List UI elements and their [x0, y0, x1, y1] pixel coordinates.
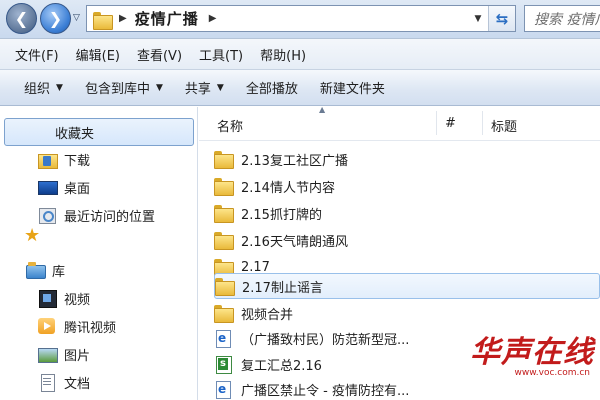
file-row[interactable]: 2.14情人节内容: [214, 173, 600, 199]
ie-document-icon: [214, 330, 232, 348]
address-bar[interactable]: ▶ 疫情广播 ▶ ▼ ⇆: [86, 5, 516, 32]
nav-item-downloads[interactable]: 下载: [0, 147, 196, 171]
nav-item-documents[interactable]: 文档: [0, 370, 196, 394]
recent-places-icon: [38, 207, 56, 224]
menu-file[interactable]: 文件(F): [15, 45, 59, 64]
nav-item-label: 下载: [64, 153, 91, 169]
arrow-left-icon: ❮: [14, 9, 29, 28]
column-header-number[interactable]: #: [445, 116, 456, 131]
nav-favorites-label: 收藏夹: [55, 126, 95, 142]
column-header-name[interactable]: 名称: [217, 116, 243, 135]
back-button[interactable]: ❮: [6, 3, 37, 34]
search-placeholder: 搜索 疫情广播: [534, 11, 600, 28]
caret-down-icon: ▼: [216, 82, 224, 93]
watermark-logo: 华声在线: [470, 335, 594, 370]
nav-item-label: 图片: [64, 348, 91, 364]
file-row[interactable]: 广播区禁止令 - 疫情防控有...: [214, 376, 600, 400]
file-name: 广播区禁止令 - 疫情防控有...: [241, 383, 410, 399]
column-header-title[interactable]: 标题: [491, 116, 517, 135]
ie-document-icon: [214, 381, 232, 399]
file-row[interactable]: 2.13复工社区广播: [214, 146, 600, 172]
nav-favorites[interactable]: 收藏夹: [4, 118, 194, 146]
organize-label: 组织: [24, 82, 51, 97]
folder-icon: [214, 305, 234, 323]
sort-ascending-icon: ▲: [319, 105, 326, 114]
nav-item-recent-places[interactable]: 最近访问的位置: [0, 203, 196, 227]
nav-item-label: 桌面: [64, 181, 91, 197]
folder-icon: [214, 205, 234, 223]
tencent-video-icon: [38, 318, 56, 334]
address-history-dropdown[interactable]: ▼: [469, 6, 487, 31]
nav-item-desktop[interactable]: 桌面: [0, 175, 196, 199]
file-row-selected[interactable]: 2.17制止谣言: [214, 273, 600, 299]
play-all-button[interactable]: 全部播放: [246, 78, 298, 97]
folder-icon: [214, 178, 234, 196]
file-name: 2.16天气晴朗通风: [241, 234, 348, 250]
file-row[interactable]: 视频合并: [214, 300, 600, 326]
command-bar: 组织 ▼ 包含到库中 ▼ 共享 ▼ 全部播放 新建文件夹: [0, 70, 600, 106]
refresh-button[interactable]: ⇆: [488, 6, 515, 31]
file-name: 视频合并: [241, 307, 294, 323]
menu-edit[interactable]: 编辑(E): [76, 45, 120, 64]
file-name: 2.17制止谣言: [242, 280, 323, 296]
video-library-icon: [38, 290, 57, 308]
folder-icon: [215, 278, 235, 296]
file-name: 2.14情人节内容: [241, 180, 335, 196]
watermark: 华声在线 www.voc.com.cn: [470, 335, 594, 379]
menu-bar: 文件(F) 编辑(E) 查看(V) 工具(T) 帮助(H): [0, 38, 600, 70]
file-name: 2.13复工社区广播: [241, 153, 348, 169]
share-label: 共享: [184, 82, 211, 97]
chevron-down-icon: ▽: [73, 13, 80, 23]
address-toolbar: ❮ ❯ ▽ ▶ 疫情广播 ▶ ▼ ⇆ 搜索 疫情广播: [0, 0, 600, 38]
menu-tools[interactable]: 工具(T): [199, 45, 243, 64]
caret-down-icon: ▼: [155, 82, 163, 93]
library-icon: [26, 262, 46, 279]
organize-button[interactable]: 组织 ▼: [24, 78, 63, 97]
nav-item-pictures[interactable]: 图片: [0, 342, 196, 366]
nav-item-label: 视频: [64, 292, 91, 308]
file-name: 2.15抓打牌的: [241, 207, 322, 223]
file-row[interactable]: 2.15抓打牌的: [214, 200, 600, 226]
star-icon: ★: [24, 225, 41, 246]
breadcrumb-current-folder[interactable]: 疫情广播: [135, 8, 199, 29]
share-button[interactable]: 共享 ▼: [185, 78, 224, 97]
documents-library-icon: [38, 374, 56, 392]
download-folder-icon: [38, 151, 58, 169]
menu-view[interactable]: 查看(V): [137, 45, 182, 64]
include-in-library-label: 包含到库中: [84, 82, 150, 97]
column-header-row: ▲ 名称 # 标题: [199, 105, 600, 141]
column-divider[interactable]: [482, 111, 483, 135]
breadcrumb-chevron-icon[interactable]: ▶: [209, 13, 217, 24]
navigation-pane: 收藏夹 ★ 下载 桌面 最近访问的位置 库 视频 腾讯视频 图片 文档: [0, 107, 198, 400]
nav-library[interactable]: 库: [0, 258, 196, 282]
spreadsheet-icon: [214, 356, 232, 374]
desktop-icon: [38, 179, 58, 195]
nav-item-tencent-video[interactable]: 腾讯视频: [0, 314, 196, 338]
search-input[interactable]: 搜索 疫情广播: [524, 5, 600, 32]
folder-icon: [214, 151, 234, 169]
folder-icon: [214, 232, 234, 250]
nav-item-label: 腾讯视频: [64, 320, 117, 336]
refresh-icon: ⇆: [495, 9, 509, 28]
pictures-library-icon: [38, 346, 58, 363]
folder-icon: [93, 11, 113, 30]
arrow-right-icon: ❯: [48, 9, 63, 28]
new-folder-button[interactable]: 新建文件夹: [320, 78, 385, 97]
nav-item-label: 最近访问的位置: [64, 209, 156, 225]
forward-button[interactable]: ❯: [40, 3, 71, 34]
nav-item-label: 文档: [64, 376, 91, 392]
nav-item-videos[interactable]: 视频: [0, 286, 196, 310]
file-row[interactable]: 2.16天气晴朗通风: [214, 227, 600, 253]
breadcrumb-chevron-icon[interactable]: ▶: [119, 13, 127, 24]
include-in-library-button[interactable]: 包含到库中 ▼: [85, 78, 163, 97]
menu-help[interactable]: 帮助(H): [260, 45, 306, 64]
file-name: 复工汇总2.16: [241, 358, 322, 374]
nav-library-label: 库: [52, 264, 66, 280]
caret-down-icon: ▼: [56, 82, 63, 93]
recent-pages-dropdown[interactable]: ▽: [73, 13, 80, 23]
file-name: （广播致村民）防范新型冠...: [241, 332, 410, 348]
column-divider[interactable]: [436, 111, 437, 135]
